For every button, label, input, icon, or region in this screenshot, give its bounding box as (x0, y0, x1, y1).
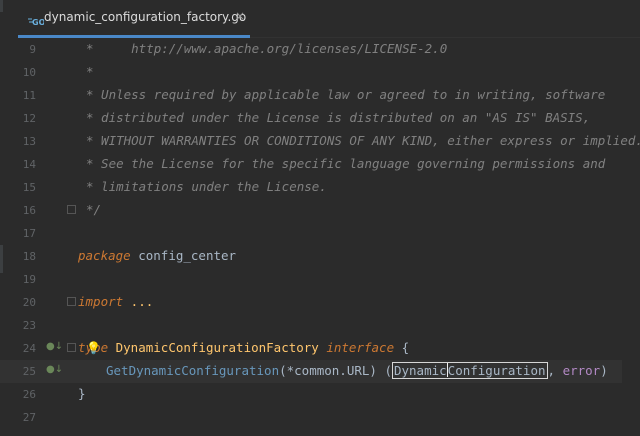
line-text: * See the License for the specific langu… (86, 156, 606, 171)
line-number: 23 (22, 319, 36, 332)
code-line: 23 (0, 314, 622, 337)
code-line: 16 */ (0, 199, 622, 222)
line-number: 19 (22, 273, 36, 286)
line-number: 11 (22, 89, 36, 102)
keyword: import (78, 294, 124, 309)
svg-text:GO: GO (32, 18, 44, 27)
line-number: 27 (22, 411, 36, 424)
code-line: 19 (0, 268, 622, 291)
fold-marker-icon[interactable] (67, 297, 76, 306)
code-line: 11 * Unless required by applicable law o… (0, 84, 622, 107)
type-name: DynamicConfigurationFactory (108, 340, 327, 355)
folded-imports[interactable]: ... (123, 294, 154, 309)
method-name: GetDynamicConfiguration (106, 363, 280, 378)
line-text: * Unless required by applicable law or a… (86, 87, 606, 102)
code-line: 10 * (0, 61, 622, 84)
line-number: 25 (22, 365, 36, 378)
line-number: 13 (22, 135, 36, 148)
go-file-icon: GO (28, 12, 46, 27)
line-number: 20 (22, 296, 36, 309)
code-line: 20 import ... (0, 291, 622, 314)
keyword: package (78, 248, 131, 263)
line-text: * distributed under the License is distr… (86, 110, 591, 125)
code-line: 14 * See the License for the specific la… (0, 153, 622, 176)
keyword-interface: interface (326, 340, 395, 355)
line-text: import ... (78, 294, 153, 309)
fold-marker-icon[interactable] (67, 205, 76, 214)
fold-marker-icon[interactable] (67, 343, 76, 352)
line-text: */ (86, 202, 102, 217)
close-icon[interactable]: × (235, 9, 245, 23)
code-line: 15 * limitations under the License. (0, 176, 622, 199)
editor-tab[interactable]: GO dynamic_configuration_factory.go × (18, 0, 250, 38)
code-line: 26 } (0, 383, 622, 406)
line-number: 10 (22, 66, 36, 79)
line-number: 12 (22, 112, 36, 125)
params: (*common.URL) ( (279, 363, 392, 378)
line-text: * (86, 64, 94, 79)
line-text: GetDynamicConfiguration(*common.URL) (Dy… (106, 362, 608, 379)
line-text: type DynamicConfigurationFactory interfa… (78, 340, 409, 355)
brace: { (394, 340, 410, 355)
line-number: 14 (22, 158, 36, 171)
implemented-icon[interactable]: ●↓ (46, 341, 63, 352)
line-number: 24 (22, 342, 36, 355)
tab-label: dynamic_configuration_factory.go (44, 10, 247, 24)
line-number: 26 (22, 388, 36, 401)
line-text: * http://www.apache.org/licenses/LICENSE… (86, 41, 448, 56)
code-line: 9 * http://www.apache.org/licenses/LICEN… (0, 38, 622, 61)
line-text: * WITHOUT WARRANTIES OR CONDITIONS OF AN… (86, 133, 640, 148)
line-text: * limitations under the License. (86, 179, 327, 194)
lightbulb-icon[interactable]: 💡 (86, 341, 101, 355)
error-type: error (562, 363, 601, 378)
code-line: 27 (0, 406, 622, 429)
implemented-icon[interactable]: ●↓ (46, 364, 63, 375)
line-number: 15 (22, 181, 36, 194)
package-name: config_center (130, 248, 237, 263)
line-text: package config_center (78, 248, 236, 263)
paren: ) (600, 363, 608, 378)
code-line: 18 package config_center (0, 245, 622, 268)
selected-identifier[interactable]: DynamicConfiguration (391, 362, 548, 379)
line-number: 17 (22, 227, 36, 240)
line-number: 16 (22, 204, 36, 217)
line-number: 18 (22, 250, 36, 263)
code-line-current: 25 ●↓ GetDynamicConfiguration(*common.UR… (0, 360, 622, 383)
editor-tab-bar: GO dynamic_configuration_factory.go × (18, 0, 640, 38)
line-number: 9 (29, 43, 36, 56)
line-text: } (78, 386, 86, 401)
separator: , (547, 363, 563, 378)
code-line: 17 (0, 222, 622, 245)
code-line: 13 * WITHOUT WARRANTIES OR CONDITIONS OF… (0, 130, 640, 153)
strip-marker (0, 0, 3, 12)
code-line: 24 ●↓ type DynamicConfigurationFactory i… (0, 337, 622, 360)
code-line: 12 * distributed under the License is di… (0, 107, 622, 130)
